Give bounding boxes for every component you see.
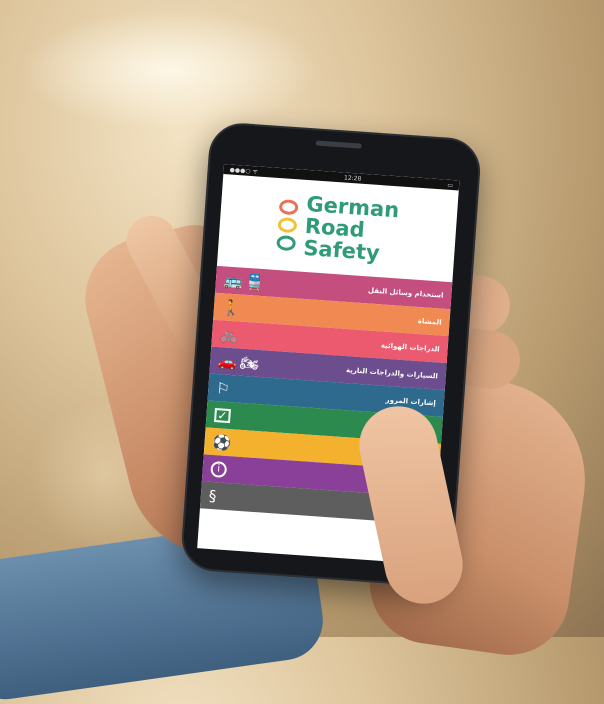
menu-item-label: المشاة (417, 316, 442, 327)
menu-item-label: الدراجات الهوائية (380, 340, 440, 354)
menu-item-icons: i (210, 460, 228, 478)
menu-item-label: إشارات المرور (385, 395, 437, 407)
status-time: 12:28 (343, 173, 362, 183)
menu-item-label: السيارات والدراجات النارية (345, 365, 439, 380)
menu-item-icons: 🚲 (220, 325, 240, 344)
traffic-signs-icon: ⚐ (215, 378, 231, 398)
bicycle-icon: 🚲 (219, 324, 240, 345)
traffic-light-red (278, 198, 299, 215)
earpiece-speaker (315, 140, 362, 149)
menu-item-icons: ⚽ (212, 432, 232, 451)
motorcycle-icon: 🏍 (239, 353, 260, 373)
bus-icon: 🚌 (223, 270, 244, 291)
law-icon: § (208, 486, 217, 505)
battery-icon: ▭ (447, 181, 454, 189)
app-logo-text: German Road Safety (303, 192, 400, 265)
menu-item-icons: 🚗 🏍 (218, 352, 260, 373)
train-icon: 🚆 (244, 272, 265, 292)
car-icon: 🚗 (217, 351, 238, 371)
menu-item-icons: § (208, 486, 217, 504)
info-icon: i (210, 460, 228, 478)
menu-item-icons: ⚐ (216, 379, 231, 398)
traffic-light-yellow (277, 216, 298, 233)
children-play-icon: ⚽ (212, 432, 232, 452)
checklist-icon: ✓ (214, 407, 231, 423)
app-header: German Road Safety (217, 174, 459, 282)
traffic-light-logo-icon (276, 198, 299, 251)
menu-item-icons: 🚶 (221, 298, 241, 317)
menu-item-icons: ✓ (214, 407, 231, 423)
menu-item-icons: 🚌 🚆 (223, 271, 265, 292)
background-light-bokeh (20, 10, 320, 130)
menu-item-label: استخدام وسائل النقل (367, 285, 444, 300)
pedestrians-icon: 🚶 (221, 297, 242, 318)
traffic-light-green (276, 234, 297, 251)
